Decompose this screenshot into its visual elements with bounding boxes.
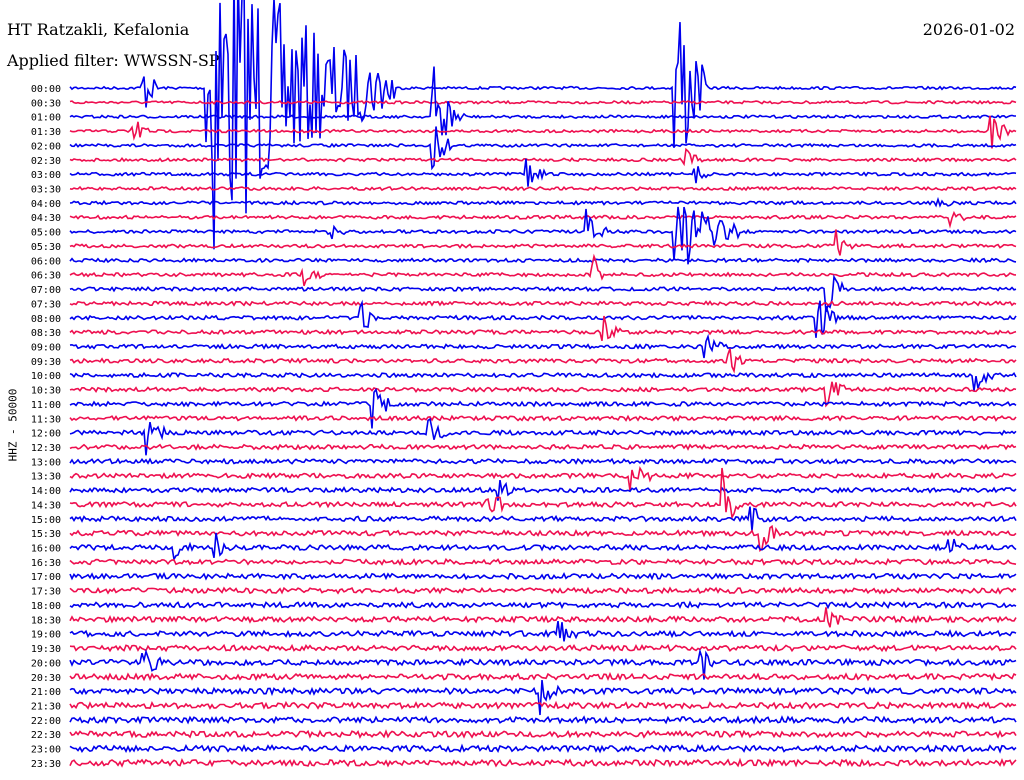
seismic-trace-row [69,414,1017,422]
seismic-trace-row [69,300,1017,307]
row-time-label: 02:00 [31,141,61,152]
seismic-trace-row [69,757,1017,768]
row-time-label: 08:00 [31,314,61,325]
row-time-label: 11:30 [31,414,61,425]
row-time-label: 22:30 [31,730,61,741]
seismic-trace-row [69,210,1017,229]
seismic-trace-row [69,274,1017,313]
seismic-trace-row [69,443,1017,451]
seismic-trace-row [69,315,1017,341]
row-time-label: 06:00 [31,256,61,267]
row-time-label: 09:30 [31,357,61,368]
row-time-label: 16:00 [31,544,61,555]
seismic-trace-row [69,348,1017,374]
seismic-trace-row [69,743,1017,754]
row-time-label: 12:00 [31,429,61,440]
row-time-label: 13:30 [31,472,61,483]
seismic-trace-row [69,671,1017,682]
row-time-label: 13:00 [31,457,61,468]
row-time-label: 10:00 [31,371,61,382]
row-time-label: 12:30 [31,443,61,454]
row-time-label: 18:00 [31,601,61,612]
row-time-label: 18:30 [31,615,61,626]
seismic-trace-row [69,387,1017,429]
row-time-label: 23:30 [31,759,61,770]
row-time-label: 14:30 [31,500,61,511]
row-time-label: 07:30 [31,299,61,310]
seismic-trace-row [69,557,1017,566]
seismic-trace-row [69,607,1017,628]
seismic-trace-row [69,333,1017,359]
seismic-trace-row [69,643,1017,653]
row-time-label: 03:00 [31,170,61,181]
seismic-trace-row [69,571,1017,581]
row-time-label: 20:00 [31,658,61,669]
seismic-trace-row [69,381,1017,408]
seismic-trace-row [69,457,1017,465]
row-time-label: 08:30 [31,328,61,339]
seismic-trace-row [69,0,1017,250]
row-time-label: 15:00 [31,515,61,526]
seismic-trace-row [69,371,1017,391]
row-time-label: 14:00 [31,486,61,497]
row-time-label: 22:00 [31,716,61,727]
row-time-label: 15:30 [31,529,61,540]
row-time-label: 02:30 [31,156,61,167]
trace-group [69,0,1017,768]
seismic-trace-row [69,648,1017,680]
row-time-label: 00:30 [31,98,61,109]
row-time-label: 21:00 [31,687,61,698]
row-time-label: 16:30 [31,558,61,569]
seismic-trace-row [69,700,1017,711]
row-time-label: 05:00 [31,228,61,239]
row-time-label: 11:00 [31,400,61,411]
seismic-trace-row [69,229,1017,256]
row-time-label: 01:30 [31,127,61,138]
seismic-trace-row [69,680,1017,716]
seismic-trace-row [69,620,1017,642]
seismic-trace-row [69,715,1017,725]
row-time-label: 07:00 [31,285,61,296]
seismic-trace-row [69,506,1017,531]
seismic-trace-row [69,196,1017,208]
seismic-trace-row [69,206,1017,265]
row-time-label: 04:00 [31,199,61,210]
row-time-label: 19:30 [31,644,61,655]
row-time-label: 09:00 [31,342,61,353]
seismic-trace-row [69,600,1017,610]
seismic-trace-row [69,479,1017,501]
time-tick-labels: 00:00 00:30 01:00 01:30 02:00 02:30 03:00 03:30… [31,84,61,770]
seismic-trace-row [69,99,1017,105]
row-time-label: 06:30 [31,271,61,282]
helicorder-plot: 00:00 00:30 01:00 01:30 02:00 02:30 03:00 03:30… [31,0,1017,770]
row-time-label: 03:30 [31,185,61,196]
seismic-trace-row [69,729,1017,740]
seismic-trace-row [69,417,1017,456]
row-time-label: 20:30 [31,673,61,684]
seismic-trace-row [69,586,1017,595]
row-time-label: 17:30 [31,587,61,598]
seismic-trace-row [69,465,1017,491]
row-time-label: 04:30 [31,213,61,224]
row-time-label: 05:30 [31,242,61,253]
row-time-label: 00:00 [31,84,61,95]
row-time-label: 10:30 [31,386,61,397]
seismic-trace-row [69,532,1017,562]
row-time-label: 21:30 [31,701,61,712]
row-time-label: 23:00 [31,745,61,756]
row-time-label: 19:00 [31,630,61,641]
row-time-label: 17:00 [31,572,61,583]
row-time-label: 01:00 [31,113,61,124]
seismic-trace-row [69,257,1017,264]
